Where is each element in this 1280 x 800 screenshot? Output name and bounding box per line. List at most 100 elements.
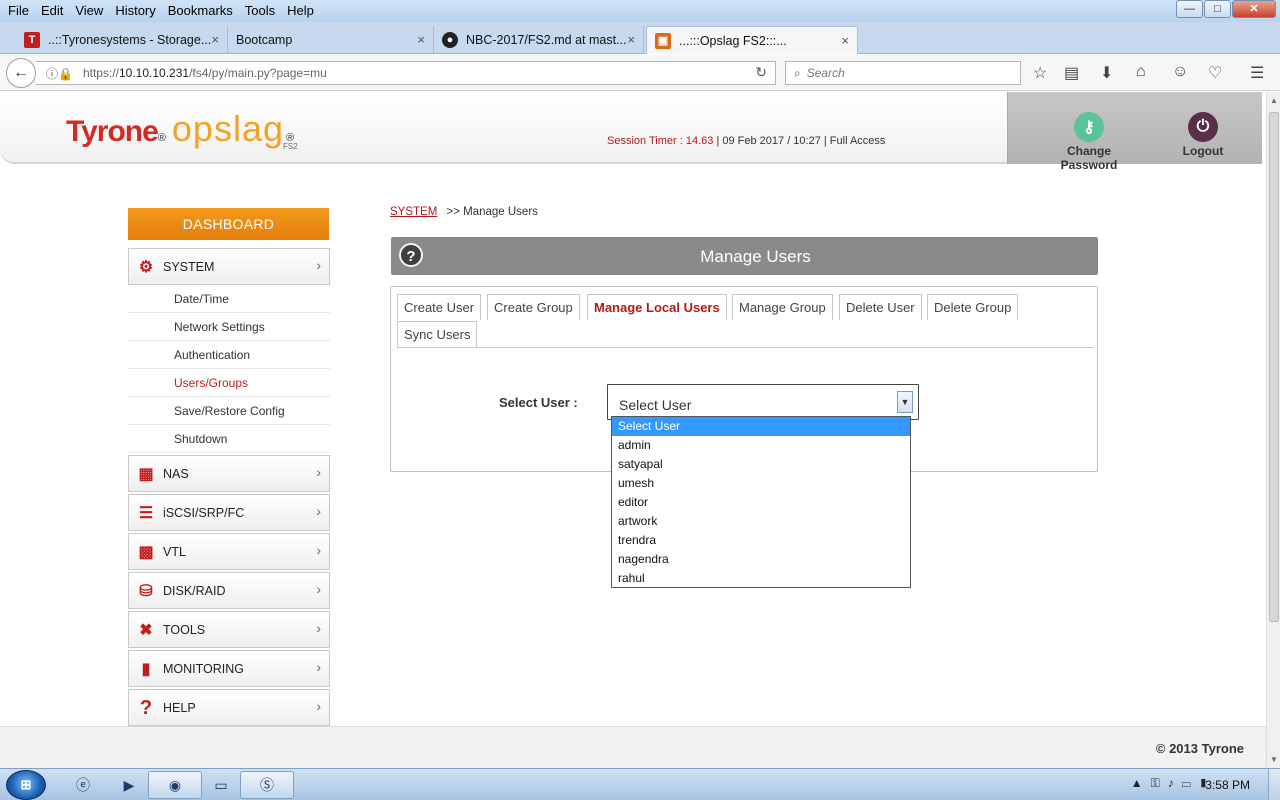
product-edition: FS2 [283,142,298,151]
tab-create-group[interactable]: Create Group [487,294,580,320]
sidebar-section-tools[interactable]: ✖ TOOLS › [128,611,330,648]
sidebar-section-label: TOOLS [163,622,206,637]
logout-button[interactable]: ⏻ Logout [1178,112,1228,158]
back-button[interactable]: ← [6,58,36,88]
downloads-icon[interactable]: ⬇ [1100,63,1113,83]
site-info-icon[interactable]: ⓘ🔒 [46,65,73,82]
chevron-right-icon: › [316,581,321,597]
select-user-dropdown[interactable]: Select User ▼ [607,384,919,420]
browser-tab-bootcamp[interactable]: Bootcamp × [228,26,434,54]
tab-delete-group[interactable]: Delete Group [927,294,1019,320]
maximize-button[interactable]: □ [1204,0,1231,18]
sidebar-item-authentication[interactable]: Authentication [128,341,330,369]
tab-delete-user[interactable]: Delete User [839,294,922,320]
tab-manage-group[interactable]: Manage Group [732,294,833,320]
close-tab-icon[interactable]: × [417,32,425,47]
hello-chat-icon[interactable]: ☺ [1172,63,1188,81]
sidebar-item-date-time[interactable]: Date/Time [128,285,330,313]
menu-edit[interactable]: Edit [35,2,69,19]
page-scrollbar[interactable]: ▲ ▼ [1266,92,1280,768]
tab-sync-users[interactable]: Sync Users [397,321,478,347]
change-password-label: Change Password [1060,144,1118,172]
option-satyapal[interactable]: satyapal [612,455,910,474]
sidebar-item-network-settings[interactable]: Network Settings [128,313,330,341]
browser-tab-tyronesystems[interactable]: T ..::Tyronesystems - Storage... × [16,26,228,54]
menu-view[interactable]: View [69,2,109,19]
start-button[interactable]: ⊞ [6,770,46,800]
menu-bookmarks[interactable]: Bookmarks [162,2,239,19]
tab-create-user[interactable]: Create User [397,294,482,320]
system-tray-icons[interactable]: ▲⚿♪▭▮ [1131,776,1216,791]
sidebar-section-system[interactable]: ⚙ SYSTEM › [128,248,330,285]
opslag-favicon-icon: ▣ [655,32,671,49]
option-rahul[interactable]: rahul [612,569,910,588]
show-desktop-button[interactable] [1268,769,1280,800]
tab-manage-local-users[interactable]: Manage Local Users [587,294,727,320]
browser-tab-github[interactable]: ● NBC-2017/FS2.md at mast... × [434,26,644,54]
browser-tab-opslag[interactable]: ▣ ...:::Opslag FS2:::... × [646,26,858,54]
session-timer-value: 14.63 [685,135,714,147]
tab-label: ..::Tyronesystems - Storage... [48,33,212,47]
server-icon: ▦ [138,466,154,483]
dashboard-button[interactable]: DASHBOARD [128,208,329,240]
menu-history[interactable]: History [109,2,161,19]
chevron-right-icon: › [316,503,321,519]
window-titlebar: File Edit View History Bookmarks Tools H… [0,0,1280,22]
scrollbar-thumb[interactable] [1269,112,1279,622]
option-nagendra[interactable]: nagendra [612,550,910,569]
pocket-icon[interactable]: ♡ [1208,63,1222,83]
close-tab-icon[interactable]: × [627,32,635,47]
reading-list-icon[interactable]: ▤ [1064,63,1079,83]
close-window-button[interactable]: ✕ [1232,0,1276,18]
option-umesh[interactable]: umesh [612,474,910,493]
select-user-label: Select User : [499,395,578,410]
sidebar-section-help[interactable]: ? HELP › [128,689,330,726]
address-bar[interactable]: ⓘ🔒 https:// 10.10.10.231 /fs4/py/main.py… [36,61,776,85]
option-artwork[interactable]: artwork [612,512,910,531]
sidebar-section-monitoring[interactable]: ▮ MONITORING › [128,650,330,687]
sidebar: DASHBOARD ⚙ SYSTEM › Date/Time Network S… [128,208,330,726]
hamburger-menu-icon[interactable]: ☰ [1250,63,1264,83]
scroll-up-icon[interactable]: ▲ [1270,96,1278,105]
tyrone-opslag-logo: Tyrone ® opslag ® FS2 [66,108,298,151]
bookmark-star-icon[interactable]: ☆ [1033,63,1047,83]
home-icon[interactable]: ⌂ [1136,63,1146,81]
taskbar-clock[interactable]: 3:58 PM [1205,778,1250,792]
menu-tools[interactable]: Tools [239,2,281,19]
search-input[interactable]: ⌕ Search [785,61,1021,85]
sidebar-section-nas[interactable]: ▦ NAS › [128,455,330,492]
sidebar-section-iscsi[interactable]: ☰ iSCSI/SRP/FC › [128,494,330,531]
menu-file[interactable]: File [2,2,35,19]
url-scheme: https:// [82,66,119,80]
sidebar-item-shutdown[interactable]: Shutdown [128,425,330,453]
menu-bar: File Edit View History Bookmarks Tools H… [2,2,320,19]
tools-icon: ✖ [139,622,153,639]
sidebar-item-users-groups[interactable]: Users/Groups [128,369,330,397]
sidebar-section-label: HELP [163,700,196,715]
reload-icon[interactable]: ↻ [755,64,767,81]
sidebar-section-label: VTL [163,544,186,559]
brand-name: Tyrone [66,115,159,148]
browser-tab-bar: T ..::Tyronesystems - Storage... × Bootc… [0,22,1280,70]
logout-label: Logout [1182,144,1224,158]
minimize-button[interactable]: — [1176,0,1203,18]
menu-help[interactable]: Help [281,2,320,19]
header-actions: ⚷ Change Password ⏻ Logout [1007,92,1262,172]
sidebar-section-disk-raid[interactable]: ⛁ DISK/RAID › [128,572,330,609]
option-admin[interactable]: admin [612,436,910,455]
chevron-down-icon[interactable]: ▼ [897,391,913,413]
change-password-button[interactable]: ⚷ Change Password [1041,112,1137,172]
sidebar-section-vtl[interactable]: ▩ VTL › [128,533,330,570]
close-tab-icon[interactable]: × [211,32,219,47]
skype-taskbar-icon[interactable]: Ⓢ [240,771,294,799]
option-trendra[interactable]: trendra [612,531,910,550]
option-editor[interactable]: editor [612,493,910,512]
close-tab-icon[interactable]: × [841,33,849,48]
power-icon: ⏻ [1188,112,1218,142]
sidebar-item-save-restore-config[interactable]: Save/Restore Config [128,397,330,425]
bar-chart-icon: ▮ [141,661,151,678]
search-icon: ⌕ [794,65,801,80]
option-select-user[interactable]: Select User [612,417,910,436]
breadcrumb-system-link[interactable]: SYSTEM [390,206,437,218]
scroll-down-icon[interactable]: ▼ [1270,755,1278,764]
